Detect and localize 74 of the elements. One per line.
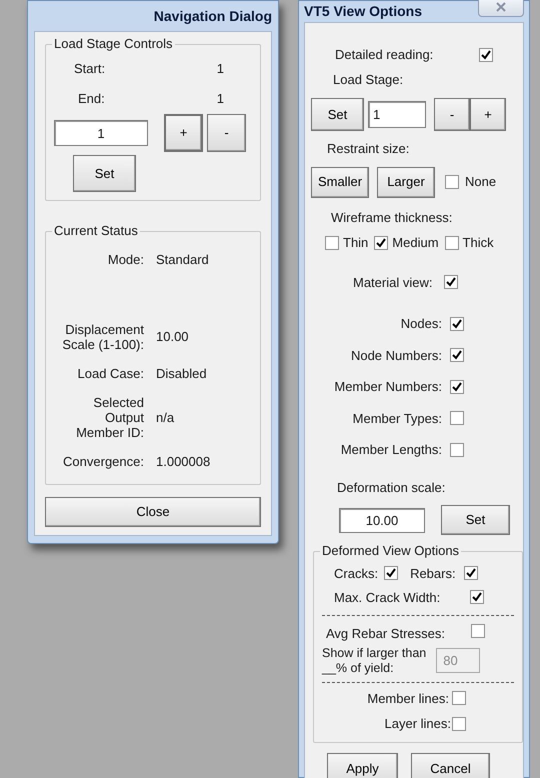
status-label: Convergence: xyxy=(62,454,144,470)
checkbox[interactable] xyxy=(384,566,398,580)
increment-button[interactable]: + xyxy=(470,98,506,131)
checkbox[interactable] xyxy=(445,175,459,189)
end-label: End: xyxy=(77,90,106,108)
option-label: Show if larger than __% of yield: xyxy=(322,646,426,676)
checkbox[interactable] xyxy=(464,566,478,580)
close-button[interactable] xyxy=(478,0,524,16)
checkbox[interactable] xyxy=(450,316,464,331)
status-label: Load Case: xyxy=(76,366,144,381)
checkbox[interactable] xyxy=(444,275,458,290)
option-label: Member Types: xyxy=(352,410,442,428)
option-label: Member Numbers: xyxy=(334,378,442,396)
status-label: Mode: xyxy=(106,252,144,268)
status-value: 1.000008 xyxy=(155,453,210,471)
end-value: 1 xyxy=(216,90,224,108)
option-label: Max. Crack Width: xyxy=(334,588,440,606)
apply-button[interactable]: Apply xyxy=(327,752,398,778)
checkbox[interactable] xyxy=(325,236,339,250)
checkbox[interactable] xyxy=(450,411,464,426)
option-label: Avg Rebar Stresses: xyxy=(326,625,445,643)
status-label: Selected Output Member ID: xyxy=(75,395,144,440)
option-label: Nodes: xyxy=(400,315,442,333)
option-label: Medium xyxy=(392,234,439,252)
section-label: Restraint size: xyxy=(326,140,410,158)
group-title: Deformed View Options xyxy=(320,543,462,559)
option-label: Member lines: xyxy=(367,690,449,708)
status-value: n/a xyxy=(155,408,174,427)
decrement-button[interactable]: - xyxy=(434,98,470,131)
checkbox[interactable] xyxy=(470,590,484,604)
section-label: Load Stage: xyxy=(332,70,404,89)
option-label: Thin xyxy=(343,234,368,252)
checkbox[interactable] xyxy=(452,716,466,731)
group-title: Load Stage Controls xyxy=(52,36,175,52)
scale-input[interactable]: 10.00 xyxy=(339,508,425,532)
status-value: 10.00 xyxy=(155,328,189,346)
cancel-button[interactable]: Cancel xyxy=(411,752,490,778)
option-label: Member Lengths: xyxy=(340,441,442,459)
option-label: Detailed reading: xyxy=(335,46,434,64)
section-label: Deformation scale: xyxy=(336,478,446,496)
window-title: VT5 View Options xyxy=(304,2,422,21)
increment-button[interactable]: + xyxy=(164,114,203,152)
checkbox[interactable] xyxy=(452,691,466,706)
start-label: Start: xyxy=(74,60,106,78)
option-label: Material view: xyxy=(353,274,432,292)
decrement-button[interactable]: - xyxy=(207,114,246,152)
status-label: Displacement Scale (1-100): xyxy=(61,322,144,352)
status-value: Disabled xyxy=(155,364,207,382)
option-label: Cracks: xyxy=(334,565,378,583)
section-label: Wireframe thickness: xyxy=(330,208,454,226)
checkbox[interactable] xyxy=(479,48,494,62)
start-value: 1 xyxy=(216,60,224,78)
set-button[interactable]: Set xyxy=(441,505,510,535)
status-value: Standard xyxy=(155,251,209,269)
option-label: Node Numbers: xyxy=(350,346,442,364)
checkbox[interactable] xyxy=(450,380,464,394)
checkbox[interactable] xyxy=(444,236,459,250)
window-title: Navigation Dialog xyxy=(154,6,272,26)
smaller-button[interactable]: Smaller xyxy=(311,166,369,198)
checkbox[interactable] xyxy=(374,236,388,250)
checkbox[interactable] xyxy=(450,348,464,362)
close-button[interactable]: Close xyxy=(45,496,261,526)
set-button[interactable]: Set xyxy=(73,155,136,192)
stage-input[interactable]: 1 xyxy=(368,101,426,128)
checkbox[interactable] xyxy=(470,624,485,638)
set-button[interactable]: Set xyxy=(311,98,364,131)
option-label: None xyxy=(465,173,496,192)
larger-button[interactable]: Larger xyxy=(377,166,435,198)
option-label: Thick xyxy=(462,234,494,252)
stage-input[interactable]: 1 xyxy=(54,120,148,146)
close-icon xyxy=(496,2,506,12)
checkbox[interactable] xyxy=(450,442,464,457)
option-label: Layer lines: xyxy=(384,715,451,733)
option-label: Rebars: xyxy=(410,565,456,583)
